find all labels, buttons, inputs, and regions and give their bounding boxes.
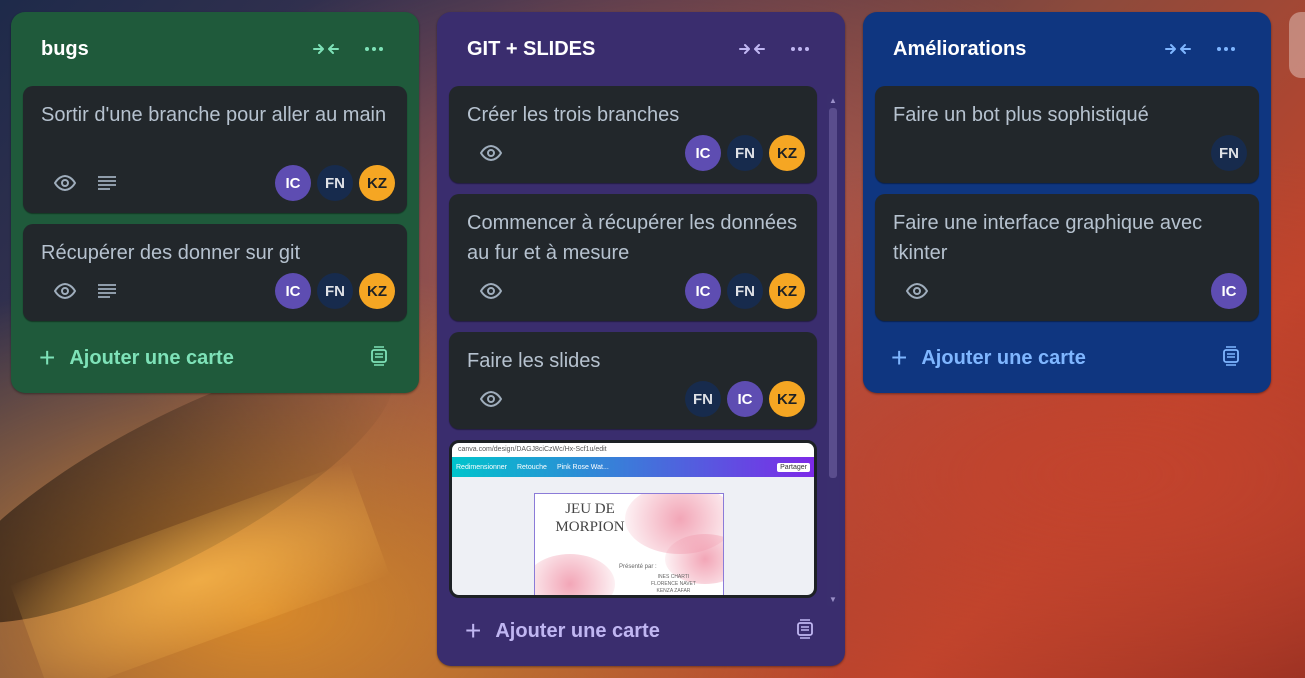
plus-icon: +: [39, 342, 56, 373]
description-icon: [89, 276, 125, 306]
screenshot-url-bar: canva.com/design/DAGJ8ciCzWc/Hx-Scf1u/ed…: [452, 443, 814, 457]
eye-icon: [47, 168, 83, 198]
list-footer: + Ajouter une carte: [875, 323, 1259, 393]
avatar[interactable]: FN: [727, 273, 763, 309]
list-header: Améliorations: [875, 12, 1259, 86]
scrollbar-thumb[interactable]: [829, 108, 837, 478]
card-title: Sortir d'une branche pour aller au main: [41, 104, 387, 126]
screenshot-toolbar: Redimensionner Retouche Pink Rose Wat...…: [452, 457, 814, 477]
list-git-slides: GIT + SLIDES Créer les trois branches IC…: [437, 12, 845, 666]
collapse-list-icon[interactable]: [735, 34, 769, 64]
card-title: Faire une interface graphique avec tkint…: [893, 212, 1203, 264]
list-title[interactable]: GIT + SLIDES: [467, 38, 595, 61]
list-footer: + Ajouter une carte: [449, 596, 833, 666]
collapse-list-icon[interactable]: [1161, 34, 1195, 64]
create-from-template-icon[interactable]: [369, 345, 389, 371]
avatar[interactable]: FN: [317, 165, 353, 201]
avatar[interactable]: KZ: [769, 273, 805, 309]
avatar[interactable]: IC: [685, 135, 721, 171]
create-from-template-icon[interactable]: [795, 618, 815, 644]
card-title: Créer les trois branches: [467, 104, 680, 126]
eye-icon: [473, 138, 509, 168]
add-list-button[interactable]: [1289, 12, 1305, 78]
add-card-button[interactable]: + Ajouter une carte: [891, 344, 1086, 372]
avatar[interactable]: IC: [685, 273, 721, 309]
add-card-label: Ajouter une carte: [69, 346, 234, 369]
list-header: GIT + SLIDES: [449, 12, 833, 86]
description-icon: [89, 168, 125, 198]
avatar[interactable]: KZ: [359, 273, 395, 309]
plus-icon: +: [891, 342, 908, 373]
avatar[interactable]: KZ: [769, 381, 805, 417]
card-title: Commencer à récupérer les données au fur…: [467, 212, 798, 264]
card[interactable]: Faire les slides FN IC KZ: [449, 332, 817, 429]
list-ameliorations: Améliorations Faire un bot plus sophisti…: [863, 12, 1271, 393]
card[interactable]: Commencer à récupérer les données au fur…: [449, 194, 817, 321]
card[interactable]: Créer les trois branches IC FN KZ: [449, 86, 817, 183]
list-title[interactable]: Améliorations: [893, 38, 1026, 61]
eye-icon: [899, 276, 935, 306]
card[interactable]: Faire une interface graphique avec tkint…: [875, 194, 1259, 321]
more-options-icon[interactable]: [1209, 34, 1243, 64]
avatar[interactable]: FN: [727, 135, 763, 171]
plus-icon: +: [465, 615, 482, 646]
slide-thumbnail: JEU DE MORPION Présenté par : INES CHART…: [534, 493, 724, 595]
list-header: bugs: [23, 12, 407, 86]
avatar[interactable]: KZ: [359, 165, 395, 201]
add-card-label: Ajouter une carte: [921, 346, 1086, 369]
card-cover-image[interactable]: canva.com/design/DAGJ8ciCzWc/Hx-Scf1u/ed…: [449, 440, 817, 598]
avatar[interactable]: FN: [685, 381, 721, 417]
slide-subtitle: Présenté par :: [619, 564, 657, 570]
collapse-list-icon[interactable]: [309, 34, 343, 64]
add-card-button[interactable]: + Ajouter une carte: [465, 617, 660, 645]
slide-names: INES CHARTI FLORENCE NAVET KENZA ZAFAR: [651, 574, 696, 594]
create-from-template-icon[interactable]: [1221, 345, 1241, 371]
eye-icon: [473, 276, 509, 306]
card-title: Faire les slides: [467, 350, 601, 372]
list-title[interactable]: bugs: [41, 38, 89, 61]
more-options-icon[interactable]: [783, 34, 817, 64]
list-footer: + Ajouter une carte: [23, 323, 407, 393]
avatar[interactable]: KZ: [769, 135, 805, 171]
screenshot-canvas: JEU DE MORPION Présenté par : INES CHART…: [452, 477, 814, 595]
eye-icon: [47, 276, 83, 306]
avatar[interactable]: FN: [1211, 135, 1247, 171]
card-title: Récupérer des donner sur git: [41, 242, 301, 264]
list-bugs: bugs Sortir d'une branche pour aller au …: [11, 12, 419, 393]
list-scrollbar[interactable]: ▲ ▼: [827, 94, 839, 606]
avatar[interactable]: IC: [1211, 273, 1247, 309]
card[interactable]: Sortir d'une branche pour aller au main …: [23, 86, 407, 213]
more-options-icon[interactable]: [357, 34, 391, 64]
avatar[interactable]: IC: [275, 165, 311, 201]
slide-title: JEU DE MORPION: [555, 501, 625, 535]
avatar[interactable]: IC: [727, 381, 763, 417]
card[interactable]: Récupérer des donner sur git IC FN KZ: [23, 224, 407, 321]
avatar[interactable]: FN: [317, 273, 353, 309]
card-title: Faire un bot plus sophistiqué: [893, 104, 1149, 126]
card[interactable]: Faire un bot plus sophistiqué FN: [875, 86, 1259, 183]
eye-icon: [473, 384, 509, 414]
avatar[interactable]: IC: [275, 273, 311, 309]
add-card-button[interactable]: + Ajouter une carte: [39, 344, 234, 372]
add-card-label: Ajouter une carte: [495, 619, 660, 642]
